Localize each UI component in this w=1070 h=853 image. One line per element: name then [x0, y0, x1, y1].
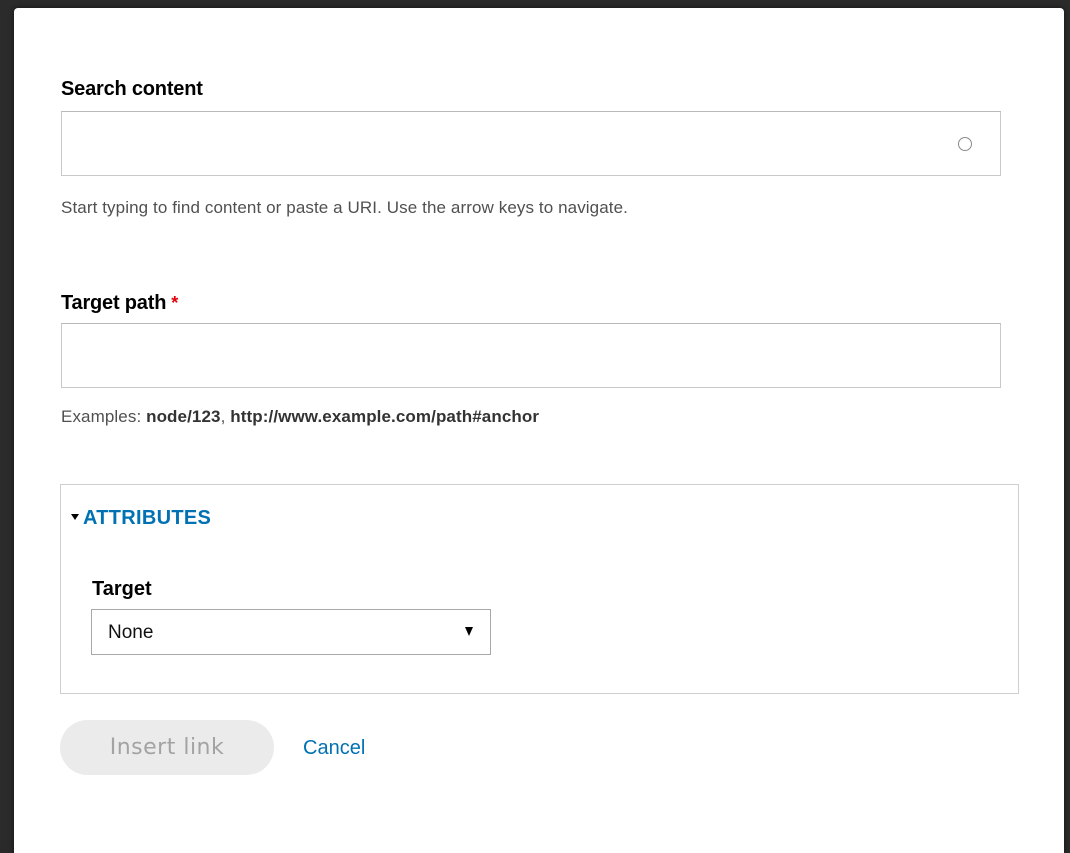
example-node: node/123 [146, 407, 221, 426]
examples-prefix: Examples: [61, 407, 142, 426]
target-path-help: Examples: node/123, http://www.example.c… [61, 407, 539, 427]
attributes-details: ATTRIBUTES Target None [60, 484, 1019, 694]
attributes-summary[interactable]: ATTRIBUTES [71, 507, 211, 530]
insert-link-button[interactable]: Insert link [60, 720, 274, 775]
target-select-label: Target [92, 578, 152, 600]
example-separator: , [220, 407, 226, 426]
target-select[interactable]: None [91, 609, 491, 655]
search-content-input[interactable] [61, 111, 1001, 176]
triangle-down-icon [71, 513, 79, 520]
required-marker: * [171, 293, 179, 313]
autocomplete-throbber-icon [958, 137, 972, 151]
target-path-input[interactable] [61, 323, 1001, 388]
link-dialog: Search content Start typing to find cont… [14, 8, 1064, 853]
attributes-summary-label: ATTRIBUTES [83, 507, 212, 529]
target-path-label-text: Target path [61, 292, 167, 314]
target-select-value: None [108, 622, 154, 643]
cancel-link[interactable]: Cancel [303, 737, 365, 760]
example-url: http://www.example.com/path#anchor [230, 407, 540, 426]
search-content-label: Search content [61, 78, 203, 100]
search-content-help: Start typing to find content or paste a … [61, 198, 628, 217]
target-path-label: Target path * [61, 292, 178, 315]
caret-down-icon [465, 627, 473, 636]
